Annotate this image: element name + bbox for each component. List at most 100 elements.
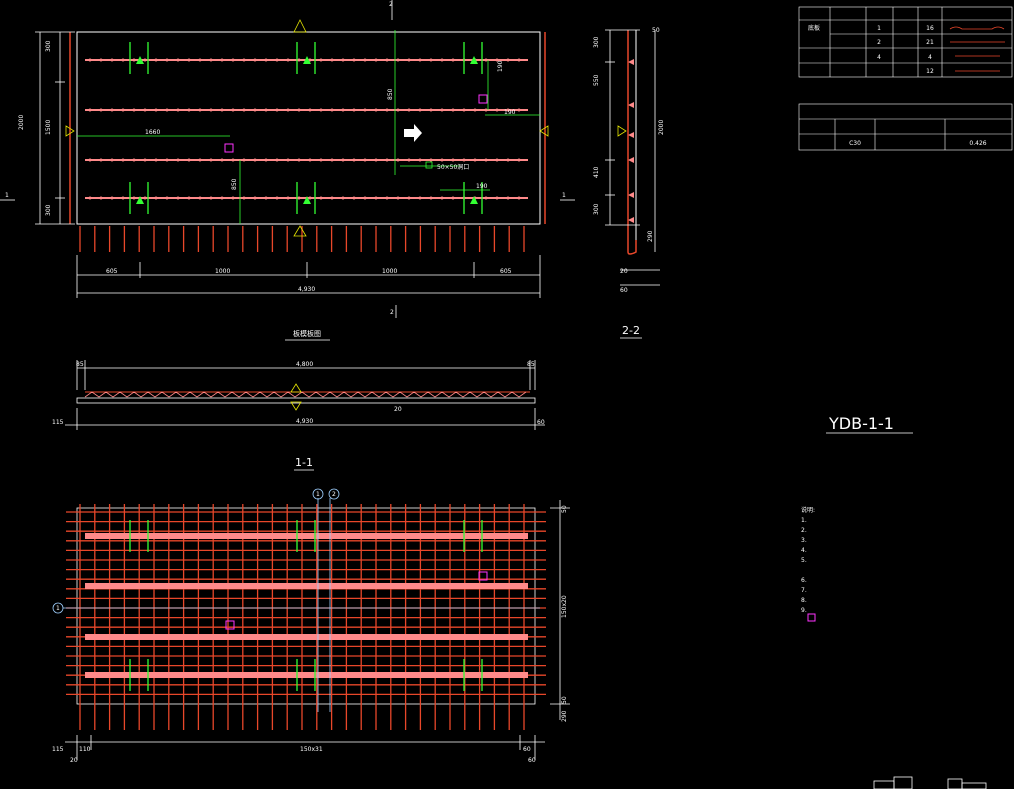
plan-truss-node (407, 58, 411, 62)
plan-truss-node (187, 196, 191, 200)
notes-line: 2. (801, 527, 807, 534)
sec22-notch (628, 59, 634, 65)
plan-truss-node (319, 58, 323, 62)
plan-truss-node (297, 158, 301, 162)
plan-truss-node (110, 58, 114, 62)
rebar-truss (85, 634, 528, 640)
sec11-end-3: 60 (537, 419, 545, 426)
plan-truss-node (253, 58, 257, 62)
rebar-dim-right-1: 50 (561, 696, 568, 704)
plan-truss-node (209, 108, 213, 112)
label-190b: 190 (504, 109, 516, 116)
section-2-2-title: 2-2 (622, 324, 640, 337)
dim-1000a: 1000 (215, 268, 230, 275)
plan-truss-node (462, 108, 466, 112)
notes-line: 7. (801, 587, 807, 594)
plan-truss-node (451, 196, 455, 200)
plan-truss-node (418, 108, 422, 112)
steel-table-cell: 16 (926, 25, 934, 32)
plan-truss-node (385, 196, 389, 200)
plan-truss-node (187, 108, 191, 112)
plan-truss-node (286, 158, 290, 162)
hole-marker (425, 161, 433, 169)
viewport-icons[interactable] (873, 776, 987, 789)
info-cell-3: 0.426 (969, 140, 986, 147)
plan-truss-node (385, 108, 389, 112)
plan-truss-node (231, 58, 235, 62)
plan-truss-node (352, 58, 356, 62)
plan-truss-node (363, 108, 367, 112)
plan-truss-node (176, 158, 180, 162)
plan-truss-node (440, 196, 444, 200)
plan-truss-node (407, 196, 411, 200)
plan-truss-node (220, 58, 224, 62)
plan-truss-node (275, 158, 279, 162)
plan-truss-node (319, 158, 323, 162)
plan-truss-node (484, 58, 488, 62)
plan-truss-node (396, 108, 400, 112)
plan-truss-node (440, 108, 444, 112)
rebar-truss (85, 533, 528, 539)
plan-truss-node (121, 196, 125, 200)
plan-truss-node (363, 196, 367, 200)
plan-truss-node (242, 196, 246, 200)
plan-truss-node (264, 58, 268, 62)
plan-truss-node (363, 158, 367, 162)
sec11-end-1: 85 (527, 361, 535, 368)
sec22-notch (628, 132, 634, 138)
label-190: 190 (497, 60, 504, 72)
notes-line: 8. (801, 597, 807, 604)
dim-left-300b: 300 (45, 204, 52, 216)
plan-truss-node (198, 58, 202, 62)
plan-truss-node (110, 108, 114, 112)
plan-truss-node (352, 158, 356, 162)
plan-truss-node (352, 196, 356, 200)
plan-truss-node (264, 108, 268, 112)
plan-truss-node (99, 58, 103, 62)
plan-lifting-marks (129, 42, 483, 214)
plan-truss-node (143, 58, 147, 62)
plan-truss-node (198, 196, 202, 200)
plan-truss-node (88, 58, 92, 62)
plan-truss-node (209, 158, 213, 162)
notes-magenta-marker (807, 613, 816, 622)
cad-drawing-canvas[interactable]: 605 1000 1000 605 4,930 2000 300 1500 30… (0, 0, 1014, 789)
sec22-dim-bottom-0: 20 (620, 268, 628, 275)
plan-truss-node (341, 108, 345, 112)
plan-truss-node (484, 196, 488, 200)
dim-total: 4,930 (298, 286, 315, 293)
plan-truss-node (231, 196, 235, 200)
sec22-dim-total: 2000 (658, 120, 665, 135)
plan-truss-node (429, 108, 433, 112)
plan-truss-node (495, 158, 499, 162)
plan-truss-node (319, 108, 323, 112)
plan-truss-node (165, 58, 169, 62)
plan-truss-node (275, 58, 279, 62)
plan-truss-node (462, 158, 466, 162)
plan-truss-node (407, 158, 411, 162)
magenta-marker-b (478, 94, 488, 104)
plan-truss-node (154, 196, 158, 200)
plan-truss-node (253, 108, 257, 112)
sec11-end-0: 85 (76, 361, 84, 368)
plan-truss-node (198, 158, 202, 162)
label-850b: 850 (387, 88, 394, 100)
cut-label-bottom: 2 (390, 309, 394, 316)
plan-truss-node (231, 158, 235, 162)
sec11-end-2: 115 (52, 419, 64, 426)
plan-truss-node (154, 108, 158, 112)
rebar-dim-right: 150x20 (561, 595, 568, 618)
plan-truss-node (374, 158, 378, 162)
rebar-dim-bottom: 150x31 (300, 746, 323, 753)
plan-truss-node (242, 158, 246, 162)
sec22-notch (628, 157, 634, 163)
plan-truss-node (308, 196, 312, 200)
plan-truss-node (165, 108, 169, 112)
sec22-dim-0: 300 (593, 36, 600, 48)
sec22-dim-3: 300 (593, 203, 600, 215)
plan-truss-node (308, 108, 312, 112)
rebar-grid-horizontal (66, 511, 546, 696)
plan-truss-node (242, 108, 246, 112)
plan-view-title: 板模板图 (293, 329, 321, 338)
plan-truss-node (385, 158, 389, 162)
